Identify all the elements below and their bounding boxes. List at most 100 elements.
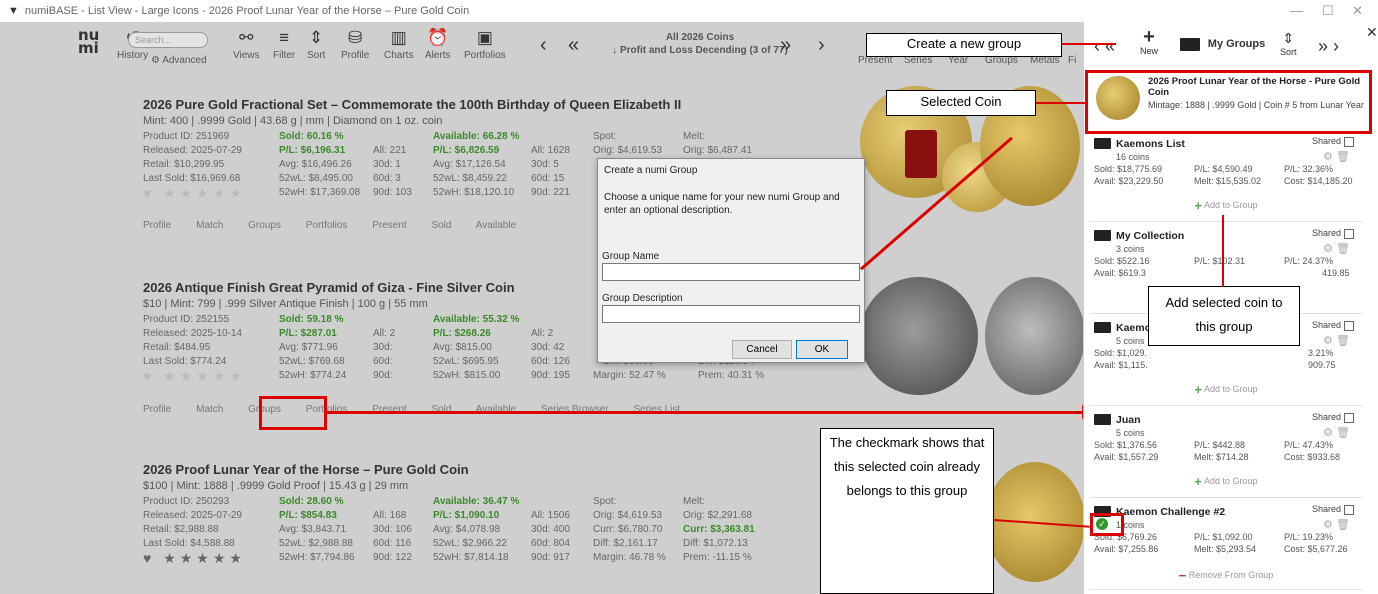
sort-icon: ⇕ xyxy=(309,28,324,47)
group-card-kaemons-list[interactable]: Kaemons List 16 coins Shared ⚙ 🗑 Sold: $… xyxy=(1090,134,1362,222)
create-group-dialog: Create a numi Group Choose a unique name… xyxy=(597,158,865,363)
rating-stars[interactable]: ♥ ★★★★★ xyxy=(143,550,246,567)
portfolios-button[interactable]: ▣ Portfolios xyxy=(464,28,506,61)
gear-icon[interactable]: ⚙ xyxy=(1323,151,1333,163)
gear-icon[interactable]: ⚙ xyxy=(1323,243,1333,255)
group-name-input[interactable] xyxy=(602,263,860,281)
gear-icon: ⚙ xyxy=(151,55,160,66)
binoculars-icon: ⚯ xyxy=(239,28,254,47)
callout-add-selected-coin: Add selected coin to this group xyxy=(1148,286,1300,346)
rating-stars[interactable]: ♥ ★★★★★ xyxy=(143,368,246,385)
folder-icon xyxy=(1094,230,1111,241)
action-available[interactable]: Available xyxy=(476,220,516,231)
panel-prev-button[interactable]: ‹ « xyxy=(1094,36,1115,57)
window-title: numiBASE - List View - Large Icons - 202… xyxy=(24,5,470,17)
gear-icon[interactable]: ⚙ xyxy=(1323,519,1333,531)
group-card-juan[interactable]: Juan 5 coins Shared ⚙ 🗑 Sold: $1,376.56 P… xyxy=(1090,410,1362,498)
folder-icon xyxy=(1094,322,1111,333)
panel-sort-button[interactable]: ⇕ Sort xyxy=(1280,30,1297,57)
filter-button[interactable]: ≡ Filter xyxy=(273,28,295,61)
cancel-button[interactable]: Cancel xyxy=(732,340,792,359)
plus-icon: + xyxy=(1143,26,1155,48)
coins-icon: ⛁ xyxy=(348,28,363,47)
action-present[interactable]: Present xyxy=(372,220,406,231)
group-name: Kaemon Challenge #2 xyxy=(1116,506,1226,518)
gear-icon[interactable]: ⚙ xyxy=(1323,335,1333,347)
add-to-group-button[interactable]: + Add to Group xyxy=(1090,198,1362,213)
coin-title: 2026 Pure Gold Fractional Set – Commemor… xyxy=(143,97,682,112)
group-name-label: Group Name xyxy=(602,251,660,262)
shared-checkbox[interactable]: Shared xyxy=(1312,228,1354,239)
add-to-group-button[interactable]: + Add to Group xyxy=(1090,382,1362,397)
title-bar: ▼ numiBASE - List View - Large Icons - 2… xyxy=(0,0,1378,22)
arrow-selected-coin xyxy=(1036,102,1086,104)
coin-image xyxy=(860,277,978,395)
rating-stars[interactable]: ♥ ★★★★★ xyxy=(143,185,246,202)
highlight-selected-coin xyxy=(1085,70,1372,134)
tab-fi[interactable]: Fi xyxy=(1068,55,1076,66)
gear-icon[interactable]: ⚙ xyxy=(1323,427,1333,439)
coin-subtitle: $100 | Mint: 1888 | .9999 Gold Proof | 1… xyxy=(143,480,409,492)
arrow-add-selected-coin xyxy=(1222,215,1224,287)
action-match[interactable]: Match xyxy=(196,404,223,415)
add-to-group-button[interactable]: + Add to Group xyxy=(1090,474,1362,489)
close-panel-button[interactable]: ✕ xyxy=(1366,24,1378,41)
group-tools[interactable]: ⚙ 🗑 xyxy=(1323,150,1350,163)
group-tools[interactable]: ⚙ 🗑 xyxy=(1323,334,1350,347)
panel-next-button[interactable]: » › xyxy=(1318,36,1339,57)
my-groups-button[interactable]: My Groups xyxy=(1180,38,1265,51)
plus-icon: + xyxy=(1194,198,1203,213)
views-button[interactable]: ⚯ Views xyxy=(233,28,260,61)
group-tools[interactable]: ⚙ 🗑 xyxy=(1323,242,1350,255)
action-profile[interactable]: Profile xyxy=(143,404,171,415)
prev-button[interactable]: ‹ xyxy=(540,34,547,57)
group-name: My Collection xyxy=(1116,230,1185,242)
advanced-button[interactable]: ⚙ Advanced xyxy=(151,55,207,66)
action-portfolios[interactable]: Portfolios xyxy=(306,220,348,231)
trash-icon[interactable]: 🗑 xyxy=(1336,427,1350,439)
highlight-groups-action xyxy=(259,396,327,430)
group-tools[interactable]: ⚙ 🗑 xyxy=(1323,518,1350,531)
action-groups[interactable]: Groups xyxy=(248,220,281,231)
arrow-create-group xyxy=(1062,43,1116,45)
search-input[interactable]: Search... xyxy=(128,32,208,48)
sort-icon: ⇕ xyxy=(1282,30,1295,46)
first-button[interactable]: « xyxy=(568,34,579,57)
profile-button[interactable]: ⛁ Profile xyxy=(341,28,369,61)
app-icon: ▼ xyxy=(8,5,19,17)
group-card-kaemon-challenge-2[interactable]: Kaemon Challenge #2 ✓ 1 coins Shared ⚙ 🗑… xyxy=(1090,502,1362,590)
group-name: Kaemons List xyxy=(1116,138,1185,150)
coin-title: 2026 Proof Lunar Year of the Horse – Pur… xyxy=(143,462,469,477)
close-window-button[interactable]: ✕ xyxy=(1352,3,1363,19)
alerts-button[interactable]: ⏰ Alerts xyxy=(425,28,451,61)
action-sold[interactable]: Sold xyxy=(431,220,451,231)
group-description-input[interactable] xyxy=(602,305,860,323)
highlight-checkmark xyxy=(1090,513,1124,536)
maximize-button[interactable]: ☐ xyxy=(1322,3,1334,19)
trash-icon[interactable]: 🗑 xyxy=(1336,519,1350,531)
next-button[interactable]: › xyxy=(818,34,825,57)
alarm-icon: ⏰ xyxy=(427,28,449,47)
shared-checkbox[interactable]: Shared xyxy=(1312,136,1354,147)
action-profile[interactable]: Profile xyxy=(143,220,171,231)
shared-checkbox[interactable]: Shared xyxy=(1312,504,1354,515)
folder-icon xyxy=(1180,38,1200,51)
callout-create-group: Create a new group xyxy=(866,33,1062,57)
group-tools[interactable]: ⚙ 🗑 xyxy=(1323,426,1350,439)
remove-from-group-button[interactable]: − Remove From Group xyxy=(1090,568,1362,583)
action-match[interactable]: Match xyxy=(196,220,223,231)
charts-button[interactable]: ▥ Charts xyxy=(384,28,413,61)
shared-checkbox[interactable]: Shared xyxy=(1312,320,1354,331)
list-item[interactable]: 2026 Proof Lunar Year of the Horse – Pur… xyxy=(143,462,843,566)
chart-icon: ▥ xyxy=(390,28,407,47)
last-button[interactable]: » xyxy=(780,34,791,57)
new-group-button[interactable]: + New xyxy=(1140,26,1158,56)
ok-button[interactable]: OK xyxy=(796,340,848,359)
shared-checkbox[interactable]: Shared xyxy=(1312,412,1354,423)
sort-button[interactable]: ⇕ Sort xyxy=(307,28,325,61)
trash-icon[interactable]: 🗑 xyxy=(1336,335,1350,347)
trash-icon[interactable]: 🗑 xyxy=(1336,151,1350,163)
minimize-button[interactable]: — xyxy=(1290,3,1303,18)
trash-icon[interactable]: 🗑 xyxy=(1336,243,1350,255)
plus-icon: + xyxy=(1194,474,1203,489)
